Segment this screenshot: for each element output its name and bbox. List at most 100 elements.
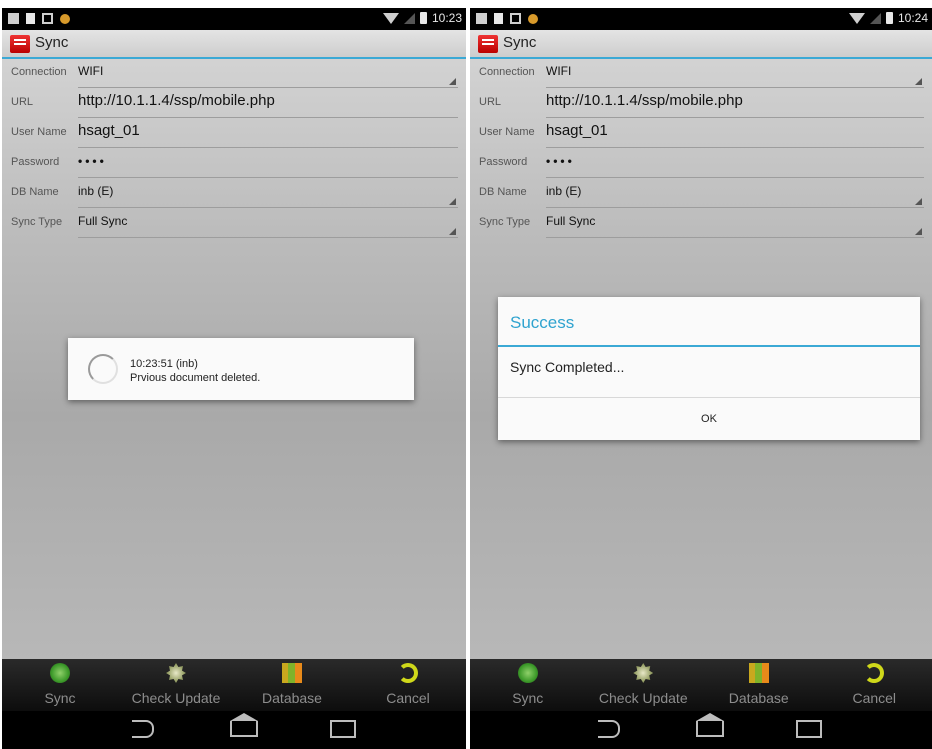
dropdown-indicator-icon xyxy=(915,78,922,85)
password-input[interactable]: •••• xyxy=(546,149,924,178)
screenshot-icon xyxy=(476,13,487,24)
status-bar: 10:24 xyxy=(470,8,932,30)
sync-button-label: Sync xyxy=(512,690,544,706)
dbname-label: DB Name xyxy=(11,186,59,198)
dbname-row: DB Name inb (E) xyxy=(470,179,932,209)
username-row: User Name hsagt_01 xyxy=(2,119,466,149)
dropdown-indicator-icon xyxy=(449,228,456,235)
password-input[interactable]: •••• xyxy=(78,149,458,178)
cancel-label: Cancel xyxy=(852,690,897,706)
recent-apps-icon[interactable] xyxy=(796,720,822,738)
action-bar: Sync xyxy=(2,30,466,59)
dialog-message: Sync Completed... xyxy=(510,359,625,375)
database-button[interactable]: Database xyxy=(234,659,350,711)
sync-icon xyxy=(517,663,538,683)
connection-label: Connection xyxy=(11,66,67,78)
back-icon[interactable] xyxy=(598,720,620,738)
cancel-button[interactable]: Cancel xyxy=(817,659,932,711)
battery-icon xyxy=(885,12,893,24)
url-label: URL xyxy=(11,96,34,108)
battery-icon xyxy=(419,12,427,24)
dropdown-indicator-icon xyxy=(915,198,922,205)
cancel-icon xyxy=(864,663,885,683)
synctype-spinner[interactable]: Full Sync xyxy=(546,209,924,238)
nav-bar xyxy=(2,711,466,749)
database-button[interactable]: Database xyxy=(701,659,817,711)
connection-value: WIFI xyxy=(78,64,104,78)
screen-left: 10:23 Sync Connection WIFI URL http://10… xyxy=(2,8,466,749)
home-icon[interactable] xyxy=(696,713,724,737)
check-update-button[interactable]: Check Update xyxy=(118,659,234,711)
home-icon[interactable] xyxy=(230,713,258,737)
synctype-label: Sync Type xyxy=(11,216,63,228)
sync-button[interactable]: Sync xyxy=(470,659,586,711)
check-update-button[interactable]: Check Update xyxy=(586,659,702,711)
connection-value: WIFI xyxy=(546,64,572,78)
url-row: URL http://10.1.1.4/ssp/mobile.php xyxy=(2,89,466,119)
password-label: Password xyxy=(479,156,528,168)
progress-time: 10:23:51 (inb) xyxy=(130,358,198,370)
status-bar: 10:23 xyxy=(2,8,466,30)
dbname-row: DB Name inb (E) xyxy=(2,179,466,209)
document-icon xyxy=(494,13,503,24)
gear-icon xyxy=(166,663,186,683)
app-title: Sync xyxy=(503,34,537,51)
action-bar: Sync xyxy=(470,30,932,59)
status-time: 10:23 xyxy=(431,11,462,25)
username-label: User Name xyxy=(479,126,535,138)
check-update-label: Check Update xyxy=(131,690,221,706)
url-input[interactable]: http://10.1.1.4/ssp/mobile.php xyxy=(546,89,924,118)
wifi-icon xyxy=(848,12,865,24)
dbname-spinner[interactable]: inb (E) xyxy=(546,179,924,208)
dialog-title-bar: Success xyxy=(498,297,920,347)
nav-bar xyxy=(470,711,932,749)
sync-form: Connection WIFI URL http://10.1.1.4/ssp/… xyxy=(2,59,466,239)
recent-apps-icon[interactable] xyxy=(330,720,356,738)
database-label: Database xyxy=(728,690,789,706)
dbname-spinner[interactable]: inb (E) xyxy=(78,179,458,208)
synctype-row: Sync Type Full Sync xyxy=(2,209,466,239)
app-notification-icon xyxy=(60,13,70,24)
dbname-label: DB Name xyxy=(479,186,527,198)
synctype-value: Full Sync xyxy=(78,214,128,228)
wifi-icon xyxy=(382,12,399,24)
url-input[interactable]: http://10.1.1.4/ssp/mobile.php xyxy=(78,89,458,118)
bag-icon xyxy=(510,13,521,24)
app-notification-icon xyxy=(528,13,538,24)
sync-button[interactable]: Sync xyxy=(2,659,118,711)
connection-label: Connection xyxy=(479,66,535,78)
signal-icon xyxy=(403,12,415,24)
sync-button-label: Sync xyxy=(44,690,76,706)
username-input[interactable]: hsagt_01 xyxy=(78,119,458,148)
dropdown-indicator-icon xyxy=(915,228,922,235)
check-update-label: Check Update xyxy=(598,690,688,706)
progress-message: Prvious document deleted. xyxy=(130,372,261,384)
bottom-toolbar: Sync Check Update Database Cancel xyxy=(2,659,466,711)
connection-spinner[interactable]: WIFI xyxy=(78,59,458,88)
connection-row: Connection WIFI xyxy=(2,59,466,89)
url-row: URL http://10.1.1.4/ssp/mobile.php xyxy=(470,89,932,119)
username-label: User Name xyxy=(11,126,67,138)
synctype-spinner[interactable]: Full Sync xyxy=(78,209,458,238)
synctype-row: Sync Type Full Sync xyxy=(470,209,932,239)
status-time: 10:24 xyxy=(897,11,928,25)
username-row: User Name hsagt_01 xyxy=(470,119,932,149)
url-label: URL xyxy=(479,96,502,108)
connection-spinner[interactable]: WIFI xyxy=(546,59,924,88)
back-icon[interactable] xyxy=(132,720,154,738)
progress-dialog: 10:23:51 (inb) Prvious document deleted. xyxy=(68,338,414,400)
cancel-button[interactable]: Cancel xyxy=(350,659,466,711)
username-input[interactable]: hsagt_01 xyxy=(546,119,924,148)
loading-spinner-icon xyxy=(88,354,118,384)
dbname-value: inb (E) xyxy=(78,184,114,198)
signal-icon xyxy=(869,12,881,24)
success-dialog: Success Sync Completed... OK xyxy=(498,297,920,440)
sync-app-icon xyxy=(478,35,498,53)
bag-icon xyxy=(42,13,53,24)
app-title: Sync xyxy=(35,34,69,51)
cancel-icon xyxy=(398,663,418,683)
synctype-value: Full Sync xyxy=(546,214,596,228)
database-icon xyxy=(282,663,302,683)
sync-app-icon xyxy=(10,35,30,53)
ok-button[interactable]: OK xyxy=(498,397,920,440)
